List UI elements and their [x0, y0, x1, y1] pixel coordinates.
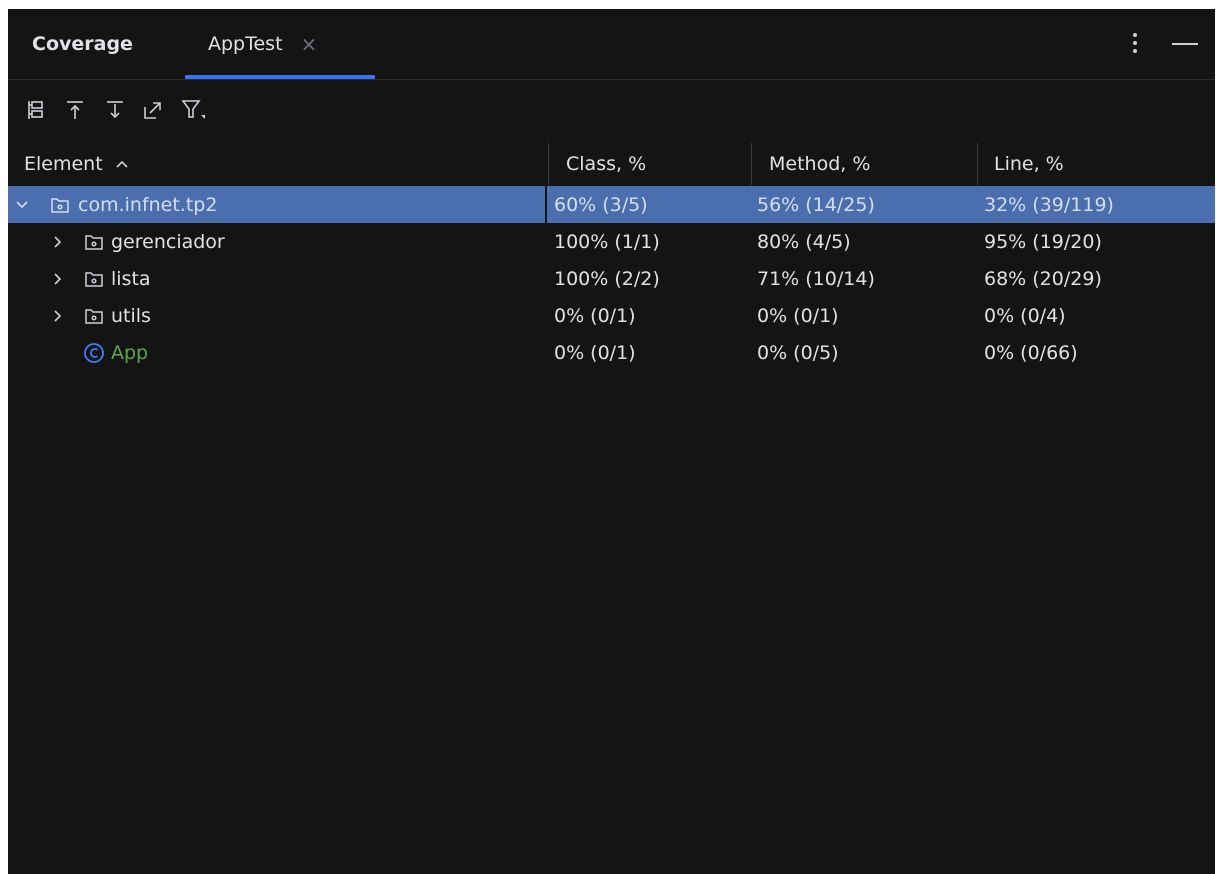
- package-icon: [82, 223, 106, 260]
- row-class-coverage: 0% (0/1): [554, 304, 636, 327]
- row-element-name: gerenciador: [111, 230, 225, 253]
- chevron-down-icon[interactable]: [12, 186, 32, 223]
- flatten-packages-button[interactable]: [22, 95, 52, 125]
- row-class-coverage: 100% (1/1): [554, 230, 660, 253]
- navigate-down-button[interactable]: [100, 95, 130, 125]
- row-method-coverage: 80% (4/5): [757, 230, 851, 253]
- tab-bar: Coverage AppTest ×: [8, 9, 1215, 80]
- header-method[interactable]: Method, %: [769, 143, 870, 185]
- tab-apptest-label: AppTest: [208, 33, 283, 55]
- header-class[interactable]: Class, %: [566, 143, 646, 185]
- package-icon: [48, 186, 72, 223]
- row-method-coverage: 0% (0/5): [757, 341, 839, 364]
- chevron-right-icon[interactable]: [48, 223, 68, 260]
- tree-row-utils[interactable]: utils 0% (0/1) 0% (0/1) 0% (0/4): [8, 297, 1215, 334]
- row-method-coverage: 71% (10/14): [757, 267, 875, 290]
- row-method-coverage: 0% (0/1): [757, 304, 839, 327]
- header-method-label: Method, %: [769, 153, 871, 175]
- more-options-button[interactable]: [1125, 27, 1145, 59]
- tree-row-gerenciador[interactable]: gerenciador 100% (1/1) 80% (4/5) 95% (19…: [8, 223, 1215, 260]
- header-line[interactable]: Line, %: [994, 143, 1064, 185]
- minimize-icon: [1172, 43, 1198, 45]
- open-in-editor-button[interactable]: [138, 95, 168, 125]
- navigate-down-icon: [107, 101, 123, 119]
- coverage-tool-window: Coverage AppTest × Element Class, % Meth…: [8, 9, 1215, 874]
- row-class-coverage: 0% (0/1): [554, 341, 636, 364]
- sort-ascending-icon: [116, 160, 128, 168]
- header-class-label: Class, %: [566, 153, 647, 175]
- row-line-coverage: 95% (19/20): [984, 230, 1102, 253]
- navigate-up-icon: [67, 101, 83, 119]
- tree-row-com-infnet-tp2[interactable]: com.infnet.tp2 60% (3/5) 56% (14/25) 32%…: [8, 186, 1215, 223]
- open-in-editor-icon: [144, 102, 161, 119]
- filter-icon: [181, 100, 205, 119]
- chevron-right-icon[interactable]: [48, 297, 68, 334]
- row-line-coverage: 0% (0/66): [984, 341, 1078, 364]
- column-divider[interactable]: [977, 143, 978, 185]
- filter-button[interactable]: [178, 95, 208, 125]
- row-element-name: App: [111, 341, 149, 364]
- tab-coverage-label: Coverage: [32, 33, 133, 55]
- minimize-button[interactable]: [1170, 34, 1200, 54]
- tree-row-app[interactable]: App 0% (0/1) 0% (0/5) 0% (0/66): [8, 334, 1215, 371]
- tree-row-lista[interactable]: lista 100% (2/2) 71% (10/14) 68% (20/29): [8, 260, 1215, 297]
- package-icon: [82, 297, 106, 334]
- header-line-label: Line, %: [994, 153, 1064, 175]
- row-line-coverage: 0% (0/4): [984, 304, 1066, 327]
- column-divider: [545, 186, 547, 223]
- row-element-name: com.infnet.tp2: [78, 193, 218, 216]
- active-tab-indicator: [185, 75, 375, 79]
- tab-apptest[interactable]: AppTest ×: [208, 9, 317, 79]
- row-line-coverage: 68% (20/29): [984, 267, 1102, 290]
- tab-coverage[interactable]: Coverage: [32, 9, 133, 79]
- flatten-packages-icon: [28, 101, 43, 119]
- toolbar: [8, 80, 1215, 140]
- row-line-coverage: 32% (39/119): [984, 193, 1114, 216]
- chevron-right-icon[interactable]: [48, 260, 68, 297]
- row-method-coverage: 56% (14/25): [757, 193, 875, 216]
- table-header: Element Class, % Method, % Line, %: [8, 143, 1215, 185]
- package-icon: [82, 260, 106, 297]
- more-vertical-icon: [1133, 33, 1137, 53]
- close-icon[interactable]: ×: [301, 32, 318, 56]
- column-divider[interactable]: [548, 143, 549, 185]
- navigate-up-button[interactable]: [60, 95, 90, 125]
- row-element-name: utils: [111, 304, 151, 327]
- header-element-label: Element: [24, 153, 103, 175]
- row-class-coverage: 100% (2/2): [554, 267, 660, 290]
- column-divider[interactable]: [751, 143, 752, 185]
- row-element-name: lista: [111, 267, 151, 290]
- header-element[interactable]: Element: [24, 143, 129, 185]
- class-icon: [82, 334, 106, 371]
- row-class-coverage: 60% (3/5): [554, 193, 648, 216]
